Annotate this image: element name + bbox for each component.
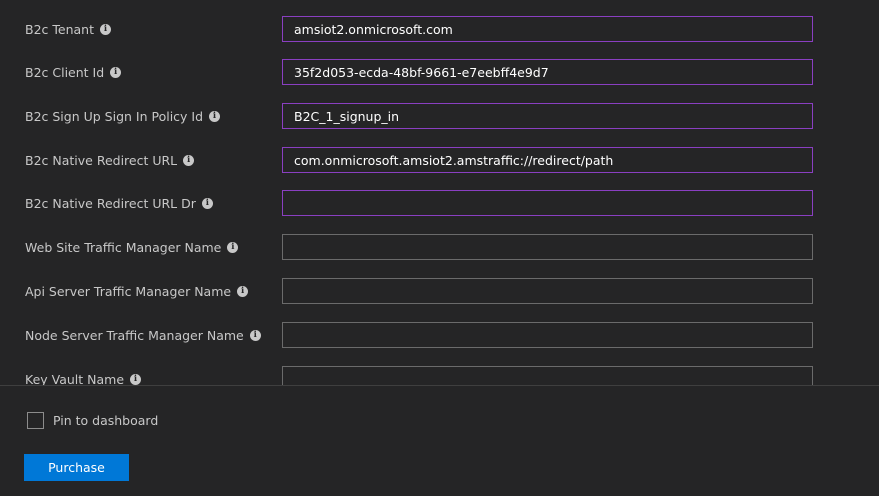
field-label: B2c Tenant (25, 21, 94, 37)
node-server-traffic-manager-input[interactable] (282, 322, 813, 348)
field-row-key-vault-name: Key Vault Name i (0, 366, 879, 385)
info-icon[interactable]: i (183, 154, 195, 166)
b2c-client-id-input[interactable]: 35f2d053-ecda-48bf-9661-e7eebff4e9d7 (282, 59, 813, 85)
b2c-policy-id-input[interactable]: B2C_1_signup_in (282, 103, 813, 129)
parameters-form: B2c Tenant i amsiot2.onmicrosoft.com B2c… (0, 0, 879, 385)
info-icon[interactable]: i (130, 373, 142, 385)
field-label: B2c Client Id (25, 64, 105, 80)
info-icon[interactable]: i (99, 23, 111, 35)
field-row-b2c-policy-id: B2c Sign Up Sign In Policy Id i B2C_1_si… (0, 103, 879, 129)
field-label: B2c Sign Up Sign In Policy Id (25, 108, 204, 124)
api-server-traffic-manager-input[interactable] (282, 278, 813, 304)
info-icon[interactable]: i (110, 66, 122, 78)
field-row-b2c-native-redirect-url-dr: B2c Native Redirect URL Dr i (0, 190, 879, 216)
info-icon[interactable]: i (227, 241, 239, 253)
info-icon[interactable]: i (209, 110, 221, 122)
field-label: Key Vault Name (25, 371, 125, 386)
info-icon[interactable]: i (201, 197, 213, 209)
field-row-web-site-traffic-manager: Web Site Traffic Manager Name i (0, 234, 879, 260)
info-icon[interactable]: i (237, 285, 249, 297)
info-icon[interactable]: i (249, 329, 261, 341)
field-row-api-server-traffic-manager: Api Server Traffic Manager Name i (0, 278, 879, 304)
field-label: Api Server Traffic Manager Name (25, 283, 232, 299)
field-label: B2c Native Redirect URL (25, 152, 178, 168)
key-vault-name-input[interactable] (282, 366, 813, 385)
pin-to-dashboard-label[interactable]: Pin to dashboard (53, 413, 158, 428)
b2c-native-redirect-url-dr-input[interactable] (282, 190, 813, 216)
web-site-traffic-manager-input[interactable] (282, 234, 813, 260)
field-label: B2c Native Redirect URL Dr (25, 195, 196, 211)
field-label: Web Site Traffic Manager Name (25, 239, 222, 255)
pin-to-dashboard-checkbox[interactable] (27, 411, 44, 429)
field-row-b2c-tenant: B2c Tenant i amsiot2.onmicrosoft.com (0, 16, 879, 42)
b2c-native-redirect-url-input[interactable]: com.onmicrosoft.amsiot2.amstraffic://red… (282, 147, 813, 173)
footer-divider (0, 385, 879, 386)
field-row-b2c-native-redirect-url: B2c Native Redirect URL i com.onmicrosof… (0, 147, 879, 173)
field-row-node-server-traffic-manager: Node Server Traffic Manager Name i (0, 322, 879, 348)
pin-to-dashboard-option[interactable]: Pin to dashboard (27, 410, 158, 430)
field-row-b2c-client-id: B2c Client Id i 35f2d053-ecda-48bf-9661-… (0, 59, 879, 85)
purchase-button[interactable]: Purchase (24, 454, 129, 481)
b2c-tenant-input[interactable]: amsiot2.onmicrosoft.com (282, 16, 813, 42)
field-label: Node Server Traffic Manager Name (25, 327, 244, 343)
